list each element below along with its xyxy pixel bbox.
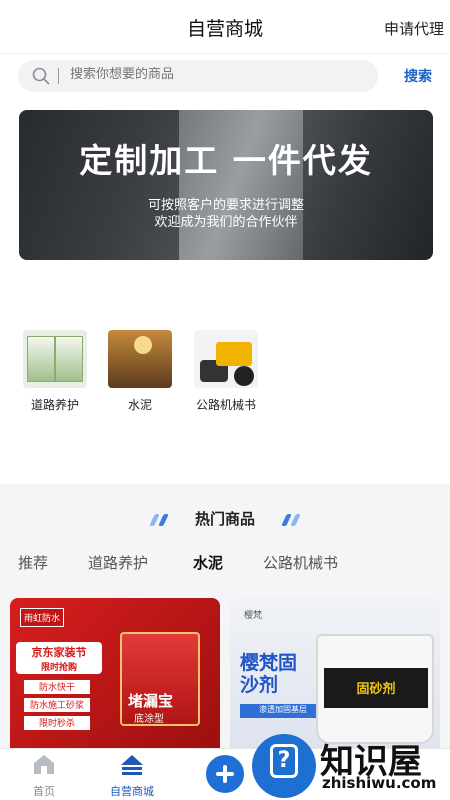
slash-decoration-icon [149,514,172,526]
category-label: 道路养护 [30,398,79,412]
roller-cab-image [216,342,252,366]
banner-headline: 定制加工 一件代发 [79,141,373,180]
category-tabs: 推荐 道路养护 水泥 公路机械书 [0,552,450,582]
search-box[interactable] [18,60,378,92]
search-input[interactable] [70,67,360,82]
watermark-logo: ? [252,734,316,798]
product-name: 堵漏宝 [128,692,174,710]
nav-mall[interactable]: 自营商城 [92,753,172,799]
search-bar: 搜索 [0,58,450,94]
search-button[interactable]: 搜索 [404,66,432,86]
promo-badge: 京东家装节 限时抢购 [16,642,102,674]
category-label: 水泥 [127,398,152,412]
top-header: 自营商城 申请代理 [0,0,450,54]
slash-decoration-icon [281,514,304,526]
brand-logo: 雨虹防水 [20,608,65,627]
product-bag-image [55,336,83,382]
hot-products-heading: 热门商品 [0,508,450,532]
mall-icon [121,755,143,775]
category-road-machinery[interactable]: 公路机械书 [186,330,266,413]
page-title: 自营商城 [186,18,263,40]
category-row: 道路养护 水泥 公路机械书 [0,330,450,420]
category-road-maintenance[interactable]: 道路养护 [15,330,95,413]
plus-icon [223,765,227,783]
product-tag: 渗透加固基层 [240,704,326,718]
tab-road-machinery[interactable]: 公路机械书 [263,552,338,573]
banner-subline-2: 欢迎成为我们的合作伙伴 [154,215,298,230]
nav-home[interactable]: 首页 [4,753,84,799]
search-icon [32,67,50,85]
category-cement[interactable]: 水泥 [100,330,180,413]
promo-banner[interactable]: 定制加工 一件代发 可按照客户的要求进行调整 欢迎成为我们的合作伙伴 [19,110,433,260]
search-divider [58,68,59,84]
road-roller-thumbnail [194,330,258,388]
brand-logo: 樱梵 [244,611,263,621]
tab-road-maintenance[interactable]: 道路养护 [88,552,148,573]
bucket-label-band: 固砂剂 [324,668,428,708]
category-label: 公路机械书 [195,398,256,412]
tab-recommend[interactable]: 推荐 [18,552,48,573]
product-bag-image [27,336,55,382]
home-icon [34,755,54,774]
feature-row: 限时秒杀 [24,716,90,730]
hot-products-title: 热门商品 [194,510,255,528]
feature-row: 防水施工砂浆 [24,698,90,712]
promo-title: 京东家装节 [31,646,87,659]
cement-thumbnail [108,330,172,388]
bucket-label: 固砂剂 [356,682,396,697]
product-name: 樱梵固沙剂 [240,652,298,696]
product-bucket-image: 固砂剂 [316,634,434,744]
banner-shade-right [303,110,433,260]
nav-label: 自营商城 [110,785,154,798]
nav-label: 首页 [33,785,55,798]
promo-subtitle: 限时抢购 [40,663,77,673]
roller-wheel-image [234,366,254,386]
road-maintenance-thumbnail [23,330,87,388]
banner-shade-left [19,110,179,260]
tab-cement[interactable]: 水泥 [193,552,223,573]
product-card-leak-stopper[interactable]: 雨虹防水 京东家装节 限时抢购 防水快干 防水施工砂浆 限时秒杀 堵漏宝 底涂型 [10,598,220,758]
question-icon: ? [270,744,298,778]
sunset-image [134,336,152,354]
product-subname: 底涂型 [134,714,164,725]
add-button[interactable] [203,752,247,796]
watermark-url: zhishiwu.com [322,774,437,792]
feature-row: 防水快干 [24,680,90,694]
apply-agent-link[interactable]: 申请代理 [384,18,444,39]
